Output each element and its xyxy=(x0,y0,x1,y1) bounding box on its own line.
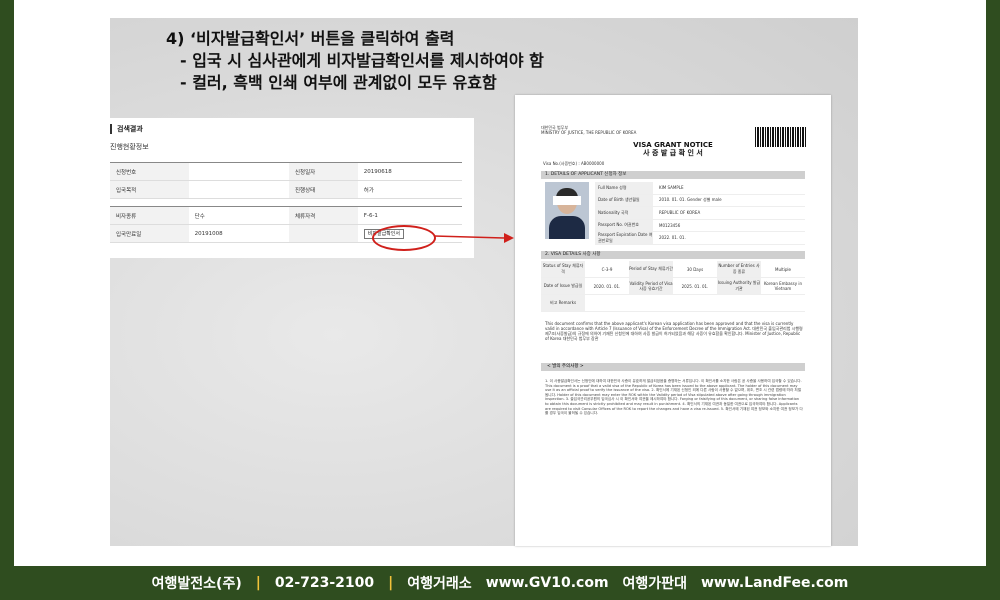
ministry-label: 대한민국 법무부 MINISTRY OF JUSTICE, THE REPUBL… xyxy=(541,125,637,135)
table-row: 비자종류 단수 체류자격 F-6-1 xyxy=(110,207,462,225)
detail-key: Passport No. 여권번호 xyxy=(595,219,653,231)
visa-cell: Korean Embassy in Vietnam xyxy=(763,281,802,291)
footer-board: 여행가판대 xyxy=(622,576,687,592)
row-key: 신청번호 xyxy=(110,163,189,180)
visa-details: Status of Stay 체류자격 C-3-9 Period of Stay… xyxy=(541,261,805,312)
heading-line-1: 4) ‘비자발급확인서’ 버튼을 클릭하여 출력 xyxy=(166,29,455,48)
visa-cell: Issuing Authority 발급 기관 xyxy=(717,278,761,294)
footer-separator: | xyxy=(255,575,261,591)
notes-title: < 발의 주의사항 > xyxy=(541,363,805,371)
detail-value: KIM SAMPLE xyxy=(659,185,684,191)
highlight-oval xyxy=(372,225,436,251)
detail-value: 2010. 01. 01. Gender 성별 male xyxy=(659,197,722,203)
detail-row: Nationality 국적 REPUBLIC OF KOREA xyxy=(595,207,805,220)
row-key: 진행상태 xyxy=(288,181,358,198)
visa-row: 비고 Remarks xyxy=(541,295,805,312)
confirmation-paragraph: This document confirms that the above ap… xyxy=(545,321,803,341)
detail-value: REPUBLIC OF KOREA xyxy=(659,210,701,216)
detail-row: Passport Expiration Date 여권만료일 2022. 01. … xyxy=(595,232,805,245)
status-table-top: 신청번호 신청일자 20190618 입국목적 진행상태 허가 xyxy=(110,162,462,199)
visa-cell: Period of Stay 체류기간 xyxy=(629,261,673,277)
notes-text: 1. 이 사증발급확인서는 신청인에 대하여 대한민국 사증이 유효하게 발급되… xyxy=(545,379,803,416)
visa-cell: 2020. 01. 01. xyxy=(593,283,621,289)
row-value: 20190618 xyxy=(363,168,392,175)
detail-key: Passport Expiration Date 여권만료일 xyxy=(595,232,653,244)
visa-grant-notice-document: 대한민국 법무부 MINISTRY OF JUSTICE, THE REPUBL… xyxy=(515,95,831,546)
panel-subtitle: 진행현황정보 xyxy=(110,143,149,151)
document-title-ko: 사 증 발 급 확 인 서 xyxy=(643,149,703,157)
visa-cell: Multiple xyxy=(775,266,791,272)
row-value: 20191008 xyxy=(194,230,223,237)
visa-cell: Status of Stay 체류자격 xyxy=(541,261,585,277)
arrow-right-icon xyxy=(433,233,514,243)
visa-number: Visa No.(사증번호) : AB0000000 xyxy=(543,161,605,166)
row-key xyxy=(288,225,358,242)
detail-value: 2022. 01. 01. xyxy=(659,235,686,241)
panel-title: 검색결과 xyxy=(110,124,143,134)
footer-separator: | xyxy=(388,575,394,591)
footer-bar: 여행발전소(주) | 02-723-2100 | 여행거래소 www.GV10.… xyxy=(0,566,1000,600)
table-row: 신청번호 신청일자 20190618 xyxy=(110,163,462,181)
visa-cell: 2025. 01. 01. xyxy=(681,283,709,289)
section-applicant: 1. DETAILS OF APPLICANT 신청자 정보 xyxy=(541,171,805,179)
applicant-photo xyxy=(545,182,589,239)
instruction-heading: 4) ‘비자발급확인서’ 버튼을 클릭하여 출력 - 입국 시 심사관에게 비자… xyxy=(166,28,544,94)
heading-line-3: - 컬러, 흑백 인쇄 여부에 관계없이 모두 유효함 xyxy=(180,73,497,92)
footer-company: 여행발전소(주) xyxy=(151,576,242,592)
heading-line-2: - 입국 시 심사관에게 비자발급확인서를 제시하여야 함 xyxy=(180,51,544,70)
table-row: 입국목적 진행상태 허가 xyxy=(110,181,462,199)
visa-row: Status of Stay 체류자격 C-3-9 Period of Stay… xyxy=(541,261,805,278)
document-title: VISA GRANT NOTICE 사 증 발 급 확 인 서 xyxy=(515,141,831,157)
footer-site1-link[interactable]: www.GV10.com xyxy=(486,575,609,591)
document-title-en: VISA GRANT NOTICE xyxy=(633,141,713,149)
applicant-details: Full Name 성명 KIM SAMPLE Date of Birth 생년월… xyxy=(595,182,805,245)
row-key: 입국만료일 xyxy=(110,225,189,242)
row-key: 입국목적 xyxy=(110,181,189,198)
footer-shop: 여행거래소 xyxy=(407,576,472,592)
row-key: 비자종류 xyxy=(110,207,189,224)
visa-cell: Number of Entries 사증 종류 xyxy=(717,261,761,277)
visa-cell: Date of Issue 발급일 xyxy=(541,278,585,294)
visa-cell: 30 Days xyxy=(686,266,704,272)
footer-site2-link[interactable]: www.LandFee.com xyxy=(701,575,848,591)
detail-row: Date of Birth 생년월일 2010. 01. 01. Gender 성… xyxy=(595,194,805,207)
visa-row: Date of Issue 발급일 2020. 01. 01. Validity… xyxy=(541,278,805,295)
row-value: 허가 xyxy=(363,187,374,194)
detail-key: Nationality 국적 xyxy=(595,207,653,219)
detail-value: M0123456 xyxy=(659,222,681,228)
section-visa: 2. VISA DETAILS 사증 사항 xyxy=(541,251,805,259)
row-value: 단수 xyxy=(194,213,205,220)
row-key: 신청일자 xyxy=(288,163,358,180)
detail-row: Passport No. 여권번호 M0123456 xyxy=(595,219,805,232)
visa-cell: 비고 Remarks xyxy=(541,295,585,311)
visa-cell: Validity Period of Visa 사증 유효기간 xyxy=(629,278,673,294)
detail-key: Date of Birth 생년월일 xyxy=(595,194,653,206)
footer-phone: 02-723-2100 xyxy=(274,575,375,591)
row-key: 체류자격 xyxy=(288,207,358,224)
detail-key: Full Name 성명 xyxy=(595,182,653,194)
visa-cell: C-3-9 xyxy=(601,266,613,272)
detail-row: Full Name 성명 KIM SAMPLE xyxy=(595,182,805,195)
row-value: F-6-1 xyxy=(363,212,378,219)
